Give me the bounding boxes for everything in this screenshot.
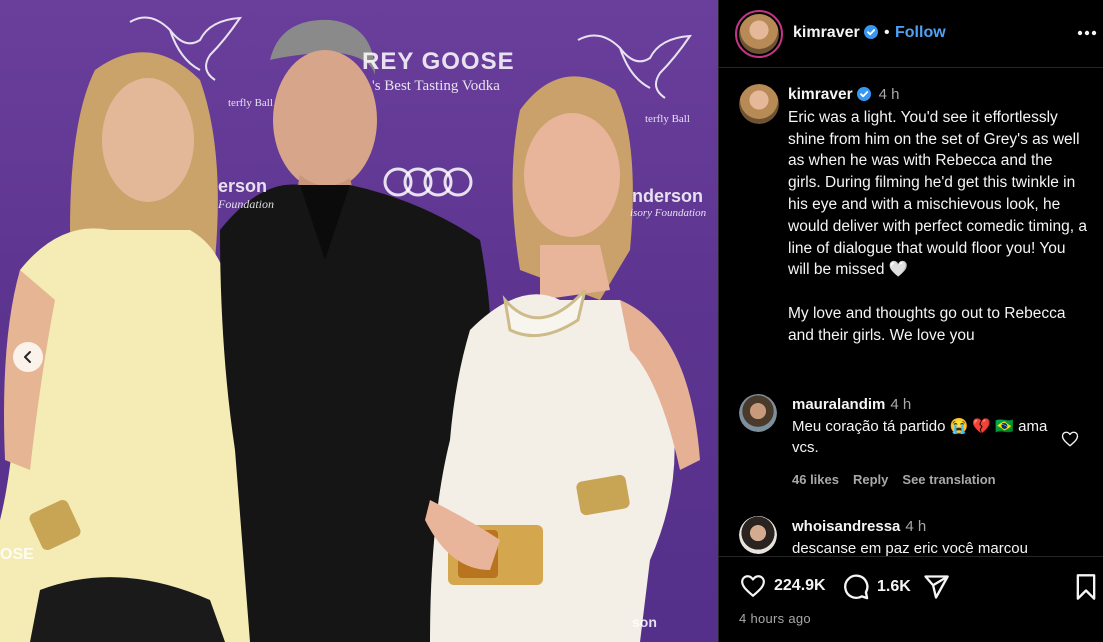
caption-text: kimraver 4 h Eric was a light. You'd see … — [788, 84, 1088, 347]
comment-username[interactable]: mauralandim — [792, 396, 885, 413]
see-translation-button[interactable]: See translation — [902, 472, 995, 487]
like-button[interactable]: 224.9K — [739, 573, 826, 599]
post-time-ago[interactable]: 4 hours ago — [739, 611, 811, 626]
backdrop-foundation-text-right: isory Foundation — [630, 207, 707, 219]
verified-badge-icon — [856, 87, 871, 101]
author-avatar[interactable] — [735, 10, 783, 58]
follow-button[interactable]: Follow — [895, 24, 946, 42]
comment-time[interactable]: 4 h — [890, 396, 911, 413]
commenter-avatar[interactable] — [739, 516, 777, 554]
comment-body: whoisandressa 4 h descanse em paz eric vo… — [792, 516, 1062, 559]
backdrop-foundation-text-left: Foundation — [218, 197, 274, 211]
backdrop-anderson-text-right: nderson — [632, 186, 704, 206]
heart-icon — [741, 575, 765, 597]
reply-button[interactable]: Reply — [853, 472, 888, 487]
more-options-icon[interactable] — [1077, 30, 1097, 36]
author-username-text[interactable]: kimraver — [793, 24, 860, 41]
comment-username[interactable]: whoisandressa — [792, 518, 900, 535]
person-right — [425, 76, 700, 642]
backdrop-ball-text-left: terfly Ball — [228, 97, 273, 109]
post-side-panel: kimraver • Follow kimraver 4 h Eric was a… — [718, 0, 1103, 642]
save-button[interactable] — [1074, 573, 1098, 601]
comment-bubble-icon — [844, 574, 869, 600]
backdrop-anderson-text-bottom: son — [632, 614, 657, 630]
comment-body: mauralandim 4 h Meu coração tá partido 😭 … — [792, 394, 1062, 459]
backdrop-goose-text: REY GOOSE — [362, 48, 515, 75]
comment-likes[interactable]: 46 likes — [792, 472, 839, 487]
bookmark-icon — [1076, 574, 1096, 600]
verified-badge-icon — [863, 25, 878, 39]
likes-count: 224.9K — [774, 577, 826, 594]
comment-meta: 46 likes Reply See translation — [792, 472, 996, 487]
commenter-avatar[interactable] — [739, 394, 777, 432]
caption-paragraph-1: Eric was a light. You'd see it effortles… — [788, 108, 1087, 279]
caption-avatar[interactable] — [739, 84, 779, 124]
like-comment-heart-icon[interactable] — [1061, 430, 1079, 448]
caption-time[interactable]: 4 h — [879, 86, 900, 103]
comment-button[interactable]: 1.6K — [842, 573, 911, 601]
share-button[interactable] — [922, 573, 950, 601]
caption-paragraph-2: My love and thoughts go out to Rebecca a… — [788, 305, 1066, 344]
photo-scene — [0, 16, 700, 642]
post-header: kimraver • Follow — [719, 0, 1103, 68]
backdrop-vodka-text: 's Best Tasting Vodka — [372, 78, 500, 94]
comment-text: Meu coração tá partido 😭 💔 🇧🇷 ama vcs. — [792, 417, 1048, 457]
share-paper-plane-icon — [924, 575, 949, 599]
author-username[interactable]: kimraver — [793, 24, 878, 42]
action-bar: 224.9K 1.6K 4 hours ago — [719, 556, 1103, 642]
previous-photo-button[interactable] — [13, 342, 43, 372]
audi-logo — [383, 167, 473, 197]
comments-count: 1.6K — [877, 578, 911, 595]
comment-time[interactable]: 4 h — [905, 518, 926, 535]
backdrop-goose-text-bottom: OSE — [0, 546, 34, 563]
header-separator: • — [884, 24, 890, 41]
caption-username[interactable]: kimraver — [788, 86, 853, 103]
backdrop-ball-text-right: terfly Ball — [645, 113, 690, 125]
backdrop-anderson-text-left: erson — [218, 176, 268, 196]
post-photo[interactable]: REY GOOSE 's Best Tasting Vodka terfly B… — [0, 0, 718, 642]
chevron-left-icon — [24, 351, 31, 363]
